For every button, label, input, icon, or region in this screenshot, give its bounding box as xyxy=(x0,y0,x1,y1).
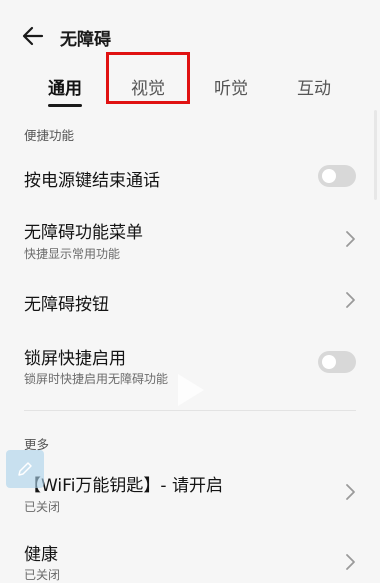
chevron-right-icon xyxy=(346,292,355,308)
toggle-knob xyxy=(322,169,336,183)
setting-title: 健康 xyxy=(24,545,58,565)
edit-pencil-icon xyxy=(18,462,32,476)
power-end-call-toggle[interactable] xyxy=(318,165,356,187)
setting-subtitle: 已关闭 xyxy=(24,568,61,582)
scrollbar[interactable] xyxy=(374,110,377,200)
chevron-right-icon xyxy=(346,484,355,500)
toggle-knob xyxy=(322,355,336,369)
tab-hearing[interactable]: 听觉 xyxy=(214,74,248,99)
setting-title: 【WiFi万能钥匙】- 请开启 xyxy=(24,476,223,496)
setting-subtitle: 快捷显示常用功能 xyxy=(24,247,121,261)
divider xyxy=(24,410,356,411)
setting-row-a11y-menu[interactable]: 无障碍功能菜单 快捷显示常用功能 xyxy=(0,210,380,268)
setting-row-wifi-key[interactable]: 【WiFi万能钥匙】- 请开启 已关闭 xyxy=(0,462,380,520)
setting-subtitle: 已关闭 xyxy=(24,500,61,514)
tab-general[interactable]: 通用 xyxy=(48,74,82,99)
back-arrow-icon[interactable] xyxy=(20,24,46,48)
header-bar: 无障碍 xyxy=(0,0,380,70)
tab-interaction[interactable]: 互动 xyxy=(297,74,331,99)
setting-row-power-end-call[interactable]: 按电源键结束通话 xyxy=(0,150,380,204)
section-label-convenience: 便捷功能 xyxy=(24,128,75,143)
chevron-right-icon xyxy=(346,231,355,247)
floating-edit-button[interactable] xyxy=(6,450,44,488)
chevron-right-icon xyxy=(346,554,355,570)
setting-row-health[interactable]: 健康 已关闭 xyxy=(0,530,380,582)
setting-row-a11y-button[interactable]: 无障碍按钮 xyxy=(0,276,380,326)
setting-subtitle: 锁屏时快捷启用无障碍功能 xyxy=(24,372,169,386)
page-title: 无障碍 xyxy=(60,30,111,50)
active-tab-indicator xyxy=(48,104,82,107)
setting-title: 无障碍功能菜单 xyxy=(24,223,143,243)
lockscreen-shortcut-toggle[interactable] xyxy=(318,351,356,373)
setting-title: 按电源键结束通话 xyxy=(24,171,160,191)
highlight-annotation-box xyxy=(106,52,190,104)
setting-title: 锁屏快捷启用 xyxy=(24,349,126,369)
setting-title: 无障碍按钮 xyxy=(24,295,109,315)
tab-bar: 通用 视觉 听觉 互动 xyxy=(0,68,380,108)
